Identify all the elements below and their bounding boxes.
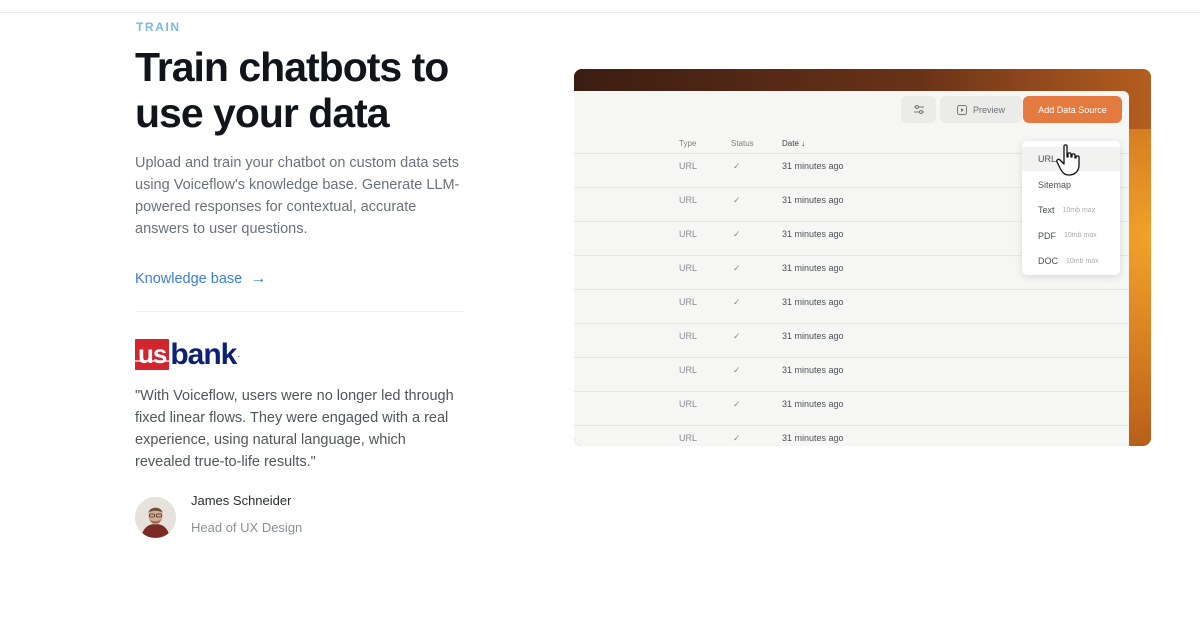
top-divider [0, 12, 1200, 13]
cell-date: 31 minutes ago [782, 161, 844, 171]
section-divider [135, 311, 463, 312]
cell-type: URL [679, 263, 698, 273]
panel-toolbar: Preview Add Data Source [574, 91, 1129, 129]
hand-cursor-icon [1056, 144, 1080, 176]
page: TRAIN Train chatbots to use your data Up… [0, 0, 1200, 643]
section-description: Upload and train your chatbot on custom … [135, 155, 460, 237]
usbank-logo-us: us [135, 339, 170, 370]
avatar [135, 497, 176, 538]
column-header-type[interactable]: Type [679, 139, 696, 148]
product-screenshot: Preview Add Data Source Type Status Date… [574, 69, 1151, 446]
check-icon: ✓ [733, 161, 741, 171]
preview-button-label: Preview [972, 104, 1005, 115]
section-headline: Train chatbots to use your data [135, 44, 449, 136]
sliders-icon [913, 105, 924, 114]
cell-type: URL [679, 365, 698, 375]
filter-button[interactable] [901, 96, 936, 123]
cell-type: URL [679, 331, 698, 341]
row-divider [574, 323, 1129, 324]
check-icon: ✓ [733, 195, 741, 205]
check-icon: ✓ [733, 263, 741, 273]
arrow-right-icon: → [250, 270, 267, 287]
cell-type: URL [679, 297, 698, 307]
menu-item-sitemap[interactable]: Sitemap [1022, 173, 1120, 197]
row-divider [574, 357, 1129, 358]
check-icon: ✓ [733, 399, 741, 409]
menu-item-hint: 10mb max [1062, 206, 1096, 214]
row-divider [574, 391, 1129, 392]
knowledge-base-link-label: Knowledge base [135, 271, 243, 287]
knowledge-base-panel: Preview Add Data Source Type Status Date… [574, 91, 1129, 446]
check-icon: ✓ [733, 229, 741, 239]
cell-date: 31 minutes ago [782, 331, 844, 341]
preview-button[interactable]: Preview [940, 96, 1022, 123]
person-avatar-icon [135, 497, 176, 538]
menu-item-label: Sitemap [1038, 179, 1072, 190]
row-divider [574, 425, 1129, 426]
cell-date: 31 minutes ago [782, 365, 844, 375]
check-icon: ✓ [733, 331, 741, 341]
knowledge-base-link[interactable]: Knowledge base → [135, 270, 266, 288]
menu-item-label: DOC [1038, 256, 1058, 266]
menu-item-hint: 10mb max [1064, 232, 1097, 239]
menu-item-doc[interactable]: DOC 10mb max [1022, 249, 1120, 273]
usbank-logo-bank: bank [170, 338, 237, 371]
menu-item-text[interactable]: Text 10mb max [1022, 198, 1120, 222]
cell-type: URL [679, 433, 698, 443]
check-icon: ✓ [733, 297, 741, 307]
column-header-status[interactable]: Status [731, 139, 754, 148]
play-icon [956, 104, 967, 115]
menu-item-label: Text [1038, 205, 1055, 215]
testimonial-quote: "With Voiceflow, users were no longer le… [135, 388, 454, 470]
menu-item-pdf[interactable]: PDF 10mb max [1022, 224, 1120, 248]
cell-type: URL [679, 229, 698, 239]
author-role: Head of UX Design [191, 520, 303, 535]
check-icon: ✓ [733, 433, 741, 443]
usbank-logo: us bank . [135, 336, 240, 370]
check-icon: ✓ [733, 365, 741, 375]
cell-date: 31 minutes ago [782, 195, 844, 205]
author-name: James Schneider [191, 493, 292, 508]
column-header-date[interactable]: Date ↓ [782, 139, 805, 148]
cell-date: 31 minutes ago [782, 399, 844, 409]
menu-item-hint: 10mb max [1066, 257, 1099, 265]
cell-type: URL [679, 195, 698, 205]
cell-date: 31 minutes ago [782, 263, 844, 273]
cell-date: 31 minutes ago [782, 297, 844, 307]
row-divider [574, 289, 1129, 290]
menu-item-label: URL [1038, 154, 1057, 164]
cell-type: URL [679, 399, 698, 409]
cell-date: 31 minutes ago [782, 229, 844, 239]
cell-type: URL [679, 161, 698, 171]
add-data-source-button[interactable]: Add Data Source [1023, 96, 1122, 123]
section-eyebrow: TRAIN [136, 20, 181, 34]
usbank-logo-dot: . [237, 349, 241, 360]
cell-date: 31 minutes ago [782, 433, 844, 443]
menu-item-label: PDF [1038, 230, 1056, 241]
